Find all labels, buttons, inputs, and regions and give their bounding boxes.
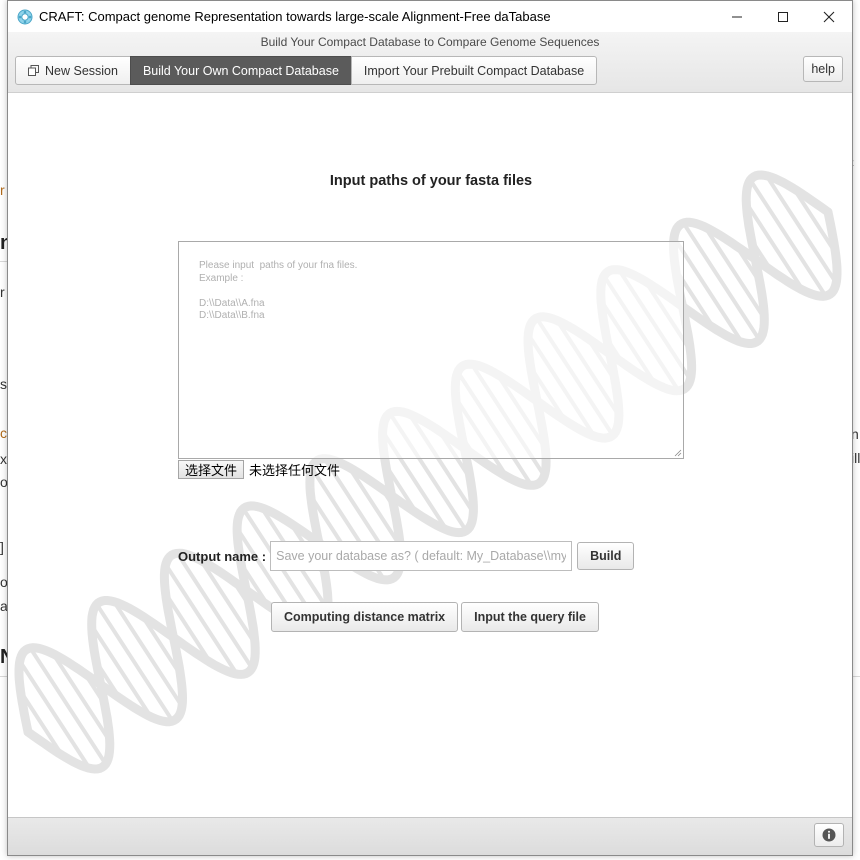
tab-new-session[interactable]: New Session: [15, 56, 131, 85]
choose-file-button[interactable]: 选择文件: [178, 459, 245, 479]
craft-app-icon: [17, 9, 33, 25]
bg-fragment: r: [0, 182, 5, 198]
dna-rung: [94, 659, 122, 701]
dna-rung: [383, 463, 419, 516]
info-icon: [822, 828, 836, 842]
header-subtitle: Build Your Compact Database to Compare G…: [260, 35, 600, 49]
action-row: Computing distance matrix Input the quer…: [271, 602, 599, 632]
bg-fragment: ]: [0, 539, 4, 555]
placeholder-line: ​: [199, 285, 663, 298]
dna-rung: [749, 238, 774, 273]
tab-label: Build Your Own Compact Database: [142, 63, 339, 78]
file-chooser: 选择文件 未选择任何文件: [178, 459, 340, 479]
dna-rung: [28, 646, 108, 766]
dna-rung: [744, 201, 806, 293]
compute-distance-matrix-button[interactable]: Computing distance matrix: [271, 602, 459, 632]
tab-label: New Session: [45, 63, 118, 78]
dna-rung: [764, 173, 839, 285]
dna-rung: [94, 602, 175, 724]
dna-rung: [163, 562, 239, 677]
maximize-icon: [778, 11, 788, 22]
bg-divider: [853, 676, 860, 677]
build-button[interactable]: Build: [577, 542, 635, 570]
output-name-label: Output name :: [178, 548, 267, 564]
main-content: Build Your Compact Database to Compare G…: [8, 32, 852, 855]
placeholder-line: D:\\Data\\A.fna: [199, 297, 265, 309]
close-icon: [823, 11, 835, 22]
dna-rung: [140, 613, 183, 677]
bg-fragment: s: [0, 376, 7, 392]
dna-rung: [170, 631, 179, 642]
help-button[interactable]: help: [803, 56, 843, 82]
output-name-input[interactable]: [270, 541, 573, 571]
minimize-icon: [732, 16, 742, 17]
title-bar[interactable]: CRAFT: Compact genome Representation tow…: [8, 1, 852, 32]
footer-band: [8, 817, 852, 855]
fasta-paths-textarea[interactable]: Please input paths of your fna files. Ex…: [178, 241, 684, 459]
output-row: Output name : Build: [178, 541, 635, 571]
craft-window: CRAFT: Compact genome Representation tow…: [7, 0, 853, 856]
close-button[interactable]: [806, 1, 852, 32]
window-title: CRAFT: Compact genome Representation tow…: [39, 9, 551, 24]
input-query-file-button[interactable]: Input the query file: [461, 602, 599, 632]
placeholder-line: Example :: [199, 272, 244, 284]
dna-rung: [112, 599, 184, 709]
info-button[interactable]: [814, 823, 844, 847]
header-band: Build Your Compact Database to Compare G…: [8, 32, 852, 93]
dna-rung: [703, 225, 767, 321]
dna-rung: [681, 220, 762, 342]
restore-window-icon: [28, 65, 39, 76]
bg-fragment: r: [0, 284, 5, 300]
tab-import-database[interactable]: Import Your Prebuilt Compact Database: [350, 56, 598, 85]
placeholder-line: Please input paths of your fna files.: [199, 260, 358, 271]
maximize-button[interactable]: [760, 1, 806, 32]
bg-fragment: c: [0, 425, 7, 441]
resize-grip-icon[interactable]: [674, 449, 682, 457]
dna-rung: [791, 186, 838, 255]
dna-rung: [82, 671, 107, 706]
file-status: 未选择任何文件: [249, 462, 341, 478]
dna-rung: [672, 235, 744, 345]
section-heading: Input paths of your fasta files: [329, 173, 533, 189]
dna-rung: [50, 651, 112, 743]
dna-rung: [380, 486, 396, 510]
dna-rung: [347, 465, 403, 548]
tab-bar: New Session Build Your Own Compact Datab…: [15, 56, 598, 85]
dna-rung: [17, 659, 92, 771]
dna-rung: [18, 689, 65, 758]
minimize-button[interactable]: [714, 1, 760, 32]
window-controls: [714, 1, 852, 32]
placeholder-line: D:\\Data\\B.fna: [199, 310, 265, 321]
dna-rung: [231, 579, 252, 608]
dna-rung: [748, 178, 828, 298]
tab-build-database[interactable]: Build Your Own Compact Database: [129, 56, 352, 85]
dna-rung: [199, 558, 257, 646]
dna-rung: [163, 591, 213, 665]
dna-rung: [89, 623, 153, 719]
dna-rung: [734, 243, 762, 285]
tab-label: Import Your Prebuilt Compact Database: [363, 63, 585, 78]
